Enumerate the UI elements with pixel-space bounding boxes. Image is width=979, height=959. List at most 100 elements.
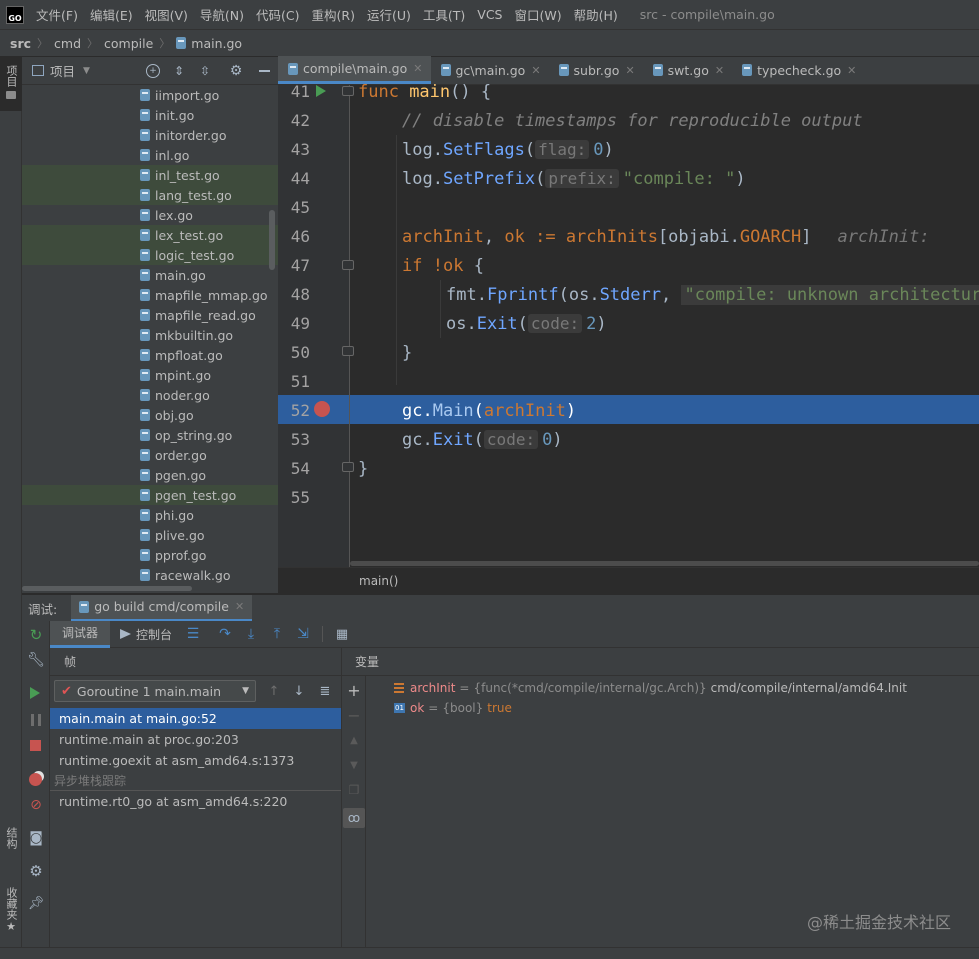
filter-icon[interactable]: ≣ xyxy=(317,683,333,699)
run-to-cursor-icon[interactable]: ⇲ xyxy=(294,625,312,643)
close-icon[interactable]: ✕ xyxy=(847,64,856,77)
gear-icon[interactable]: ⚙ xyxy=(228,62,244,80)
tree-file-item[interactable]: mpint.go xyxy=(22,365,278,385)
arrow-up-icon[interactable]: ↑ xyxy=(266,683,282,699)
menu-view[interactable]: 视图(V) xyxy=(145,5,188,24)
tree-file-item[interactable]: op_string.go xyxy=(22,425,278,445)
dropdown-arrow-icon[interactable]: ▼ xyxy=(83,66,90,76)
tree-file-item[interactable]: main.go xyxy=(22,265,278,285)
project-tool-button[interactable]: 项目 xyxy=(0,57,22,111)
hide-panel-icon[interactable] xyxy=(259,70,270,72)
tree-file-item[interactable]: mapfile_mmap.go xyxy=(22,285,278,305)
menu-edit[interactable]: 编辑(E) xyxy=(90,5,133,24)
frame-item[interactable]: runtime.main at proc.go:203 xyxy=(50,729,341,750)
close-icon[interactable]: ✕ xyxy=(413,62,422,75)
tree-file-item[interactable]: inl.go xyxy=(22,145,278,165)
tree-file-item[interactable]: init.go xyxy=(22,105,278,125)
stop-icon[interactable] xyxy=(30,740,41,751)
tree-file-item[interactable]: pgen.go xyxy=(22,465,278,485)
crumb-src[interactable]: src xyxy=(10,36,31,51)
tree-file-item[interactable]: phi.go xyxy=(22,505,278,525)
menu-navigate[interactable]: 导航(N) xyxy=(200,5,244,24)
copy-icon[interactable]: ❐ xyxy=(345,781,363,799)
goroutine-select[interactable]: ✔ Goroutine 1 main.main ▼ xyxy=(54,680,256,702)
tree-file-item[interactable]: mpfloat.go xyxy=(22,345,278,365)
tree-file-item[interactable]: lex_test.go xyxy=(22,225,278,245)
menu-file[interactable]: 文件(F) xyxy=(36,5,78,24)
resume-icon[interactable] xyxy=(30,687,40,699)
tab-debugger[interactable]: 调试器 xyxy=(50,620,111,648)
menu-run[interactable]: 运行(U) xyxy=(367,5,411,24)
tree-file-item[interactable]: mapfile_read.go xyxy=(22,305,278,325)
move-down-icon[interactable]: ▼ xyxy=(345,756,363,774)
tree-file-item[interactable]: obj.go xyxy=(22,405,278,425)
tree-file-item[interactable]: lex.go xyxy=(22,205,278,225)
menu-refactor[interactable]: 重构(R) xyxy=(312,5,355,24)
tree-file-item[interactable]: mkbuiltin.go xyxy=(22,325,278,345)
pin-icon[interactable]: 📌︎ xyxy=(27,894,45,912)
frame-item[interactable]: runtime.goexit at asm_amd64.s:1373 xyxy=(50,750,341,771)
fold-icon[interactable] xyxy=(342,346,354,356)
variable-row[interactable]: 01 ok = {bool} true xyxy=(394,698,512,718)
tree-file-item[interactable]: logic_test.go xyxy=(22,245,278,265)
crumb-main-go[interactable]: main.go xyxy=(176,36,242,51)
crumb-compile[interactable]: compile xyxy=(104,36,153,51)
debug-session-tab[interactable]: go build cmd/compile ✕ xyxy=(71,594,253,622)
pause-icon[interactable] xyxy=(31,714,41,726)
show-execution-point-icon[interactable]: ☰ xyxy=(184,625,202,643)
camera-icon[interactable]: ◙ xyxy=(27,829,45,847)
menu-help[interactable]: 帮助(H) xyxy=(574,5,618,24)
crumb-cmd[interactable]: cmd xyxy=(54,36,81,51)
plus-icon[interactable]: + xyxy=(345,681,363,700)
run-icon[interactable] xyxy=(316,85,326,97)
project-panel-title[interactable]: 项目 xyxy=(50,61,75,80)
close-icon[interactable]: ✕ xyxy=(715,64,724,77)
tree-file-item[interactable]: noder.go xyxy=(22,385,278,405)
tab-console[interactable]: 控制台 xyxy=(110,621,182,648)
arrow-down-icon[interactable]: ↓ xyxy=(291,683,307,699)
fold-icon[interactable] xyxy=(342,260,354,270)
step-over-icon[interactable]: ↷ xyxy=(216,625,234,643)
tree-file-item[interactable]: order.go xyxy=(22,445,278,465)
expand-all-icon[interactable]: ⇕ xyxy=(172,63,186,79)
wrench-icon[interactable]: 🔧︎ xyxy=(27,651,45,669)
tab-typecheck-go[interactable]: typecheck.go ✕ xyxy=(732,56,864,84)
menu-window[interactable]: 窗口(W) xyxy=(514,5,561,24)
close-icon[interactable]: ✕ xyxy=(235,600,244,613)
fold-icon[interactable] xyxy=(342,462,354,472)
code-breadcrumb-item[interactable]: main() xyxy=(359,574,398,588)
tree-file-item[interactable]: racewalk.go xyxy=(22,565,278,585)
rerun-icon[interactable]: ↻ xyxy=(27,626,45,644)
collapse-all-icon[interactable]: ⇳ xyxy=(198,63,212,79)
structure-tool-button[interactable]: 结构 xyxy=(3,827,19,877)
locate-icon[interactable]: + xyxy=(146,64,160,78)
tree-file-item[interactable]: iimport.go xyxy=(22,85,278,105)
close-icon[interactable]: ✕ xyxy=(625,64,634,77)
evaluate-icon[interactable]: ▦ xyxy=(333,625,351,643)
favorites-tool-button[interactable]: 收藏夹 ★ xyxy=(3,887,19,945)
fold-icon[interactable] xyxy=(342,86,354,96)
mute-breakpoints-icon[interactable]: ⊘ xyxy=(28,797,44,813)
editor-h-scrollbar[interactable] xyxy=(350,561,979,566)
menu-vcs[interactable]: VCS xyxy=(477,7,502,22)
menu-tools[interactable]: 工具(T) xyxy=(423,5,465,24)
tree-file-item[interactable]: initorder.go xyxy=(22,125,278,145)
frame-item[interactable]: runtime.rt0_go at asm_amd64.s:220 xyxy=(50,791,341,812)
step-into-icon[interactable]: ⤓ xyxy=(242,625,260,643)
minus-icon[interactable]: − xyxy=(345,706,363,725)
tree-file-item[interactable]: pgen_test.go xyxy=(22,485,278,505)
breakpoint-icon[interactable] xyxy=(314,401,330,417)
menu-code[interactable]: 代码(C) xyxy=(256,5,299,24)
tab-subr-go[interactable]: subr.go ✕ xyxy=(549,56,643,84)
tree-file-item[interactable]: pprof.go xyxy=(22,545,278,565)
glasses-icon[interactable]: ꝏ xyxy=(343,808,365,828)
tree-file-item[interactable]: plive.go xyxy=(22,525,278,545)
tree-file-item[interactable]: inl_test.go xyxy=(22,165,278,185)
tree-h-scrollbar[interactable] xyxy=(22,586,192,591)
tree-file-item[interactable]: lang_test.go xyxy=(22,185,278,205)
close-icon[interactable]: ✕ xyxy=(531,64,540,77)
variable-row[interactable]: archInit = {func(*cmd/compile/internal/g… xyxy=(394,678,907,698)
view-breakpoints-icon[interactable] xyxy=(29,773,42,786)
tab-swt-go[interactable]: swt.go ✕ xyxy=(643,56,732,84)
move-up-icon[interactable]: ▲ xyxy=(345,731,363,749)
